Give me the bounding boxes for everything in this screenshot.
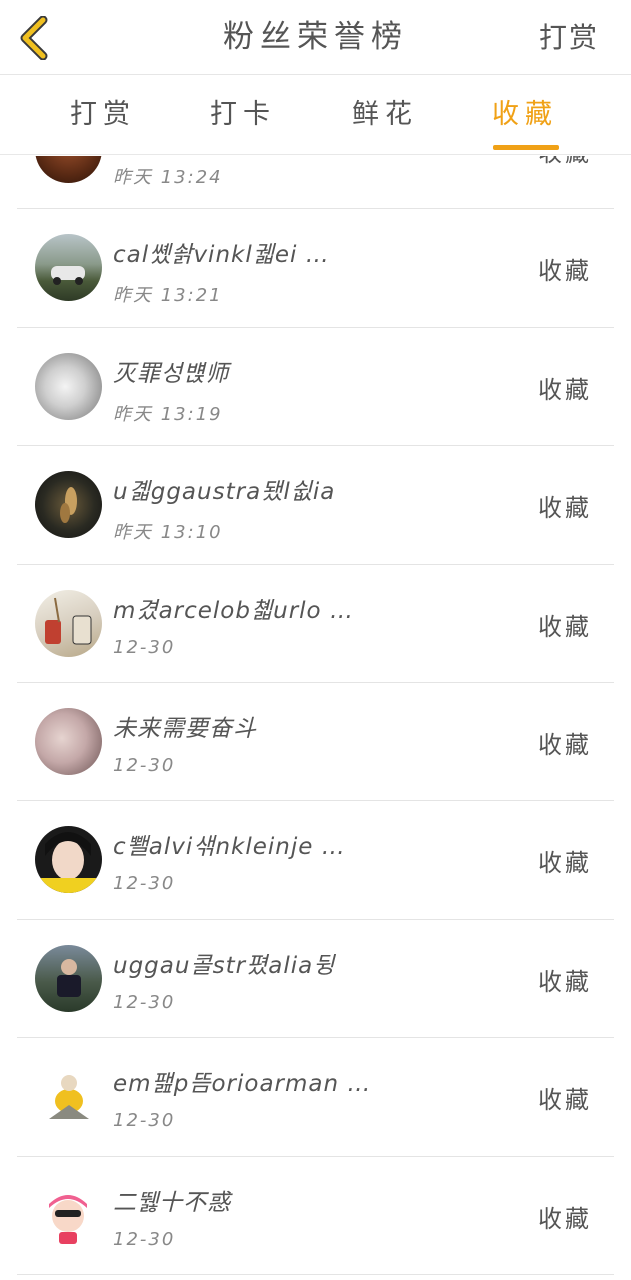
avatar: [35, 707, 102, 775]
tab-flowers[interactable]: 鲜花: [340, 75, 430, 155]
favorite-label: 收藏: [538, 257, 592, 286]
timestamp: 12-30: [113, 1228, 176, 1250]
tab-reward[interactable]: 打赏: [58, 75, 148, 155]
user-name: em팶p뜸orioarman …: [113, 1071, 372, 1098]
timestamp: 昨天 13:24: [113, 167, 223, 188]
user-name: u곏ggaustra됐l쉾ia: [113, 479, 336, 506]
favorite-label: 收藏: [538, 375, 592, 404]
avatar: [35, 352, 102, 420]
timestamp: 12-30: [113, 1110, 176, 1132]
tab-favorites[interactable]: 收藏: [480, 75, 570, 155]
favorite-label: 收藏: [538, 730, 592, 759]
avatar: [35, 826, 102, 894]
user-name: m겼arcelob쳷urlo …: [113, 597, 354, 624]
list-item[interactable]: c뾀alvi샊nkleinje … 12-30 收藏: [17, 801, 614, 920]
top-bar: 粉丝荣誉榜 打赏: [0, 0, 631, 75]
avatar: [35, 156, 102, 183]
active-tab-indicator: [493, 145, 559, 150]
list-item[interactable]: em팶p뜸orioarman … 12-30 收藏: [17, 1038, 614, 1157]
list-item[interactable]: 未来需要奋斗 12-30 收藏: [17, 683, 614, 802]
avatar: [35, 234, 102, 302]
list-item[interactable]: 二뛣十不惑 12-30 收藏: [17, 1157, 614, 1275]
list-item[interactable]: 昨天 13:24 收藏: [17, 156, 614, 210]
list-item[interactable]: m겼arcelob쳷urlo … 12-30 收藏: [17, 565, 614, 683]
user-name: cal쏐솱vinkl궯ei …: [113, 242, 330, 269]
favorite-label: 收藏: [538, 494, 592, 523]
favorite-label: 收藏: [538, 967, 592, 996]
page-title: 粉丝荣誉榜: [223, 19, 408, 55]
list-item[interactable]: u곏ggaustra됐l쉾ia 昨天 13:10 收藏: [17, 446, 614, 565]
favorite-label: 收藏: [538, 1086, 592, 1115]
list-item[interactable]: uggau콜str폈alia뒹 12-30 收藏: [17, 920, 614, 1039]
user-name: c뾀alvi샊nkleinje …: [113, 834, 346, 861]
reward-button[interactable]: 打赏: [539, 0, 599, 75]
fan-list[interactable]: 昨天 13:24 收藏 cal쏐솱vinkl궯ei … 昨天 13:21 收藏 …: [0, 156, 631, 1280]
favorite-label: 收藏: [538, 1204, 592, 1233]
avatar: [35, 944, 102, 1012]
avatar: [35, 1063, 102, 1131]
tab-checkin[interactable]: 打卡: [198, 75, 288, 155]
timestamp: 12-30: [113, 873, 176, 895]
timestamp: 昨天 13:21: [113, 285, 223, 307]
list-item[interactable]: 灭罪성뱭师 昨天 13:19 收藏: [17, 328, 614, 447]
favorite-label: 收藏: [538, 156, 592, 168]
timestamp: 昨天 13:19: [113, 403, 223, 425]
timestamp: 12-30: [113, 991, 176, 1013]
timestamp: 12-30: [113, 636, 176, 658]
timestamp: 12-30: [113, 754, 176, 776]
avatar: [35, 589, 102, 657]
user-name: 未来需要奋斗: [113, 715, 257, 742]
timestamp: 昨天 13:10: [113, 522, 223, 544]
user-name: 灭罪성뱭师: [113, 360, 230, 387]
favorite-label: 收藏: [538, 612, 592, 641]
avatar: [35, 471, 102, 539]
tab-bar: 打赏 打卡 鲜花 收藏: [0, 75, 631, 155]
avatar: [35, 1181, 102, 1249]
user-name: 二뛣十不惑: [113, 1189, 232, 1216]
user-name: uggau콜str폈alia뒹: [113, 952, 336, 979]
list-item[interactable]: cal쏐솱vinkl궯ei … 昨天 13:21 收藏: [17, 209, 614, 328]
favorite-label: 收藏: [538, 849, 592, 878]
